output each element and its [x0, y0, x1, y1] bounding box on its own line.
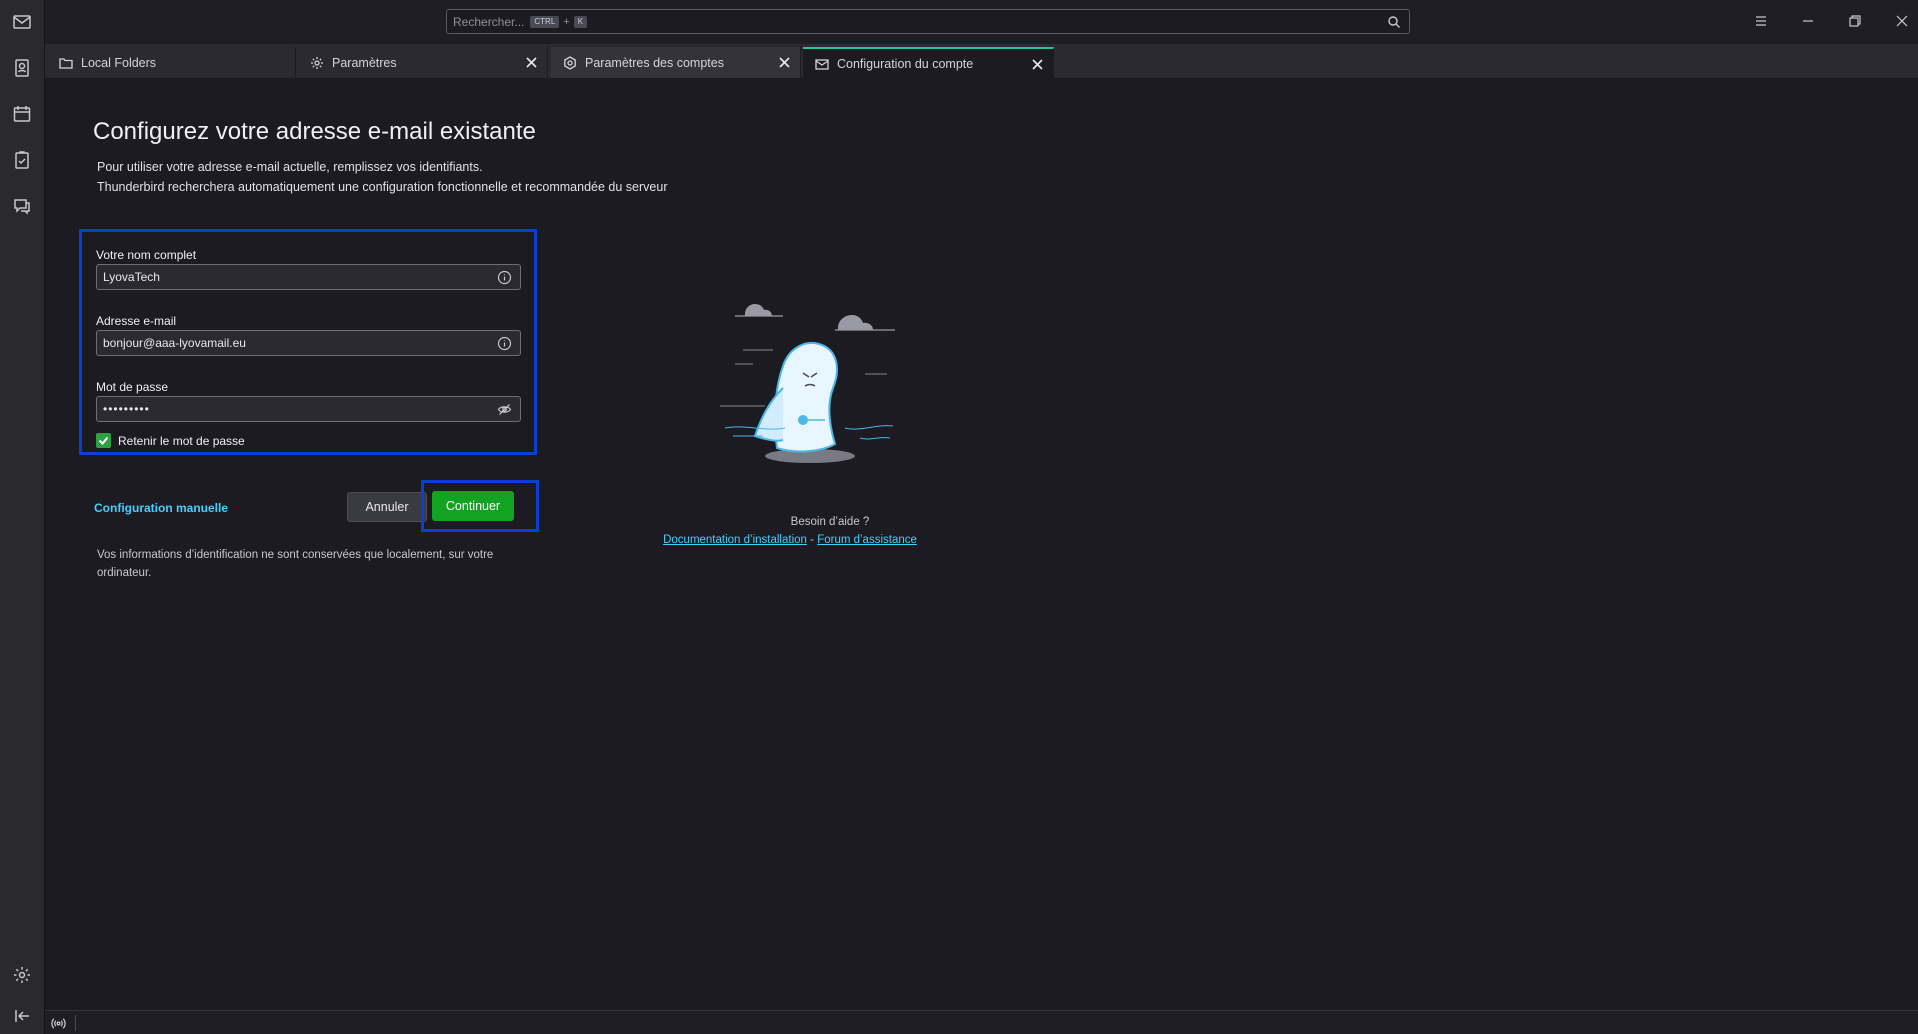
mail-space-button[interactable] — [8, 8, 36, 36]
eye-off-icon[interactable] — [497, 402, 512, 417]
settings-space-button[interactable] — [8, 961, 36, 989]
tab-label: Paramètres — [332, 55, 397, 70]
mail-icon — [13, 15, 31, 29]
chat-space-button[interactable] — [8, 192, 36, 220]
support-forum-link[interactable]: Forum d’assistance — [817, 534, 917, 546]
shortcut-plus: + — [563, 15, 570, 28]
mascot-illustration — [720, 304, 895, 463]
tab-close-button[interactable] — [1029, 56, 1045, 72]
titlebar: Rechercher... CTRL + K — [45, 0, 1918, 44]
gear-icon — [311, 56, 323, 69]
folder-icon — [59, 57, 73, 69]
full-name-field[interactable]: LyovaTech — [96, 264, 521, 290]
tab-label: Paramètres des comptes — [585, 55, 724, 70]
page-title: Configurez votre adresse e-mail existant… — [93, 118, 536, 145]
cancel-button[interactable]: Annuler — [347, 492, 427, 522]
remember-password-checkbox[interactable] — [96, 433, 111, 448]
close-window-button[interactable] — [1889, 10, 1915, 32]
tab-account-settings[interactable]: Paramètres des comptes — [551, 47, 801, 78]
tab-label: Local Folders — [81, 55, 157, 70]
collapse-spaces-button[interactable] — [8, 1002, 36, 1030]
tasks-icon — [15, 151, 29, 169]
info-icon[interactable] — [497, 270, 512, 285]
online-status-button[interactable] — [49, 1014, 67, 1032]
full-name-label: Votre nom complet — [96, 248, 197, 262]
manual-config-link[interactable]: Configuration manuelle — [94, 501, 228, 515]
gear-icon — [14, 967, 30, 983]
status-separator — [75, 1015, 76, 1031]
full-name-value: LyovaTech — [103, 270, 160, 284]
calendar-icon — [13, 106, 31, 122]
help-links: Documentation d’installation - Forum d’a… — [625, 534, 955, 546]
broadcast-icon — [50, 1017, 66, 1029]
chat-icon — [14, 199, 30, 215]
collapse-left-icon — [15, 1010, 29, 1022]
tab-label: Configuration du compte — [837, 56, 974, 71]
tab-account-setup[interactable]: Configuration du compte — [803, 47, 1054, 78]
spaces-toolbar — [0, 0, 45, 1034]
shortcut-key-k: K — [573, 15, 588, 28]
tab-bar: Local Folders Paramètres Paramètres des … — [45, 44, 1918, 78]
page-description-line1: Pour utiliser votre adresse e-mail actue… — [97, 160, 483, 174]
tab-settings[interactable]: Paramètres — [298, 47, 548, 78]
help-title: Besoin d’aide ? — [790, 516, 870, 528]
close-icon — [1896, 15, 1908, 27]
info-icon[interactable] — [497, 336, 512, 351]
restore-button[interactable] — [1842, 10, 1868, 32]
address-book-icon — [15, 59, 29, 77]
shortcut-key-ctrl: CTRL — [530, 15, 560, 28]
tab-local-folders[interactable]: Local Folders — [47, 47, 296, 78]
password-field[interactable]: ••••••••• — [96, 396, 521, 422]
checkmark-icon — [98, 436, 109, 445]
mail-setup-icon — [815, 58, 829, 70]
password-value: ••••••••• — [103, 402, 150, 416]
privacy-note: Vos informations d’identification ne son… — [97, 549, 494, 579]
minimize-icon — [1803, 20, 1813, 22]
continue-button[interactable]: Continuer — [432, 491, 514, 521]
credentials-form: Votre nom complet LyovaTech Adresse e-ma… — [79, 229, 537, 455]
email-label: Adresse e-mail — [96, 314, 177, 328]
calendar-space-button[interactable] — [8, 100, 36, 128]
page-description-line2: Thunderbird recherchera automatiquement … — [97, 180, 668, 194]
tab-close-button[interactable] — [523, 54, 539, 70]
hamburger-icon — [1756, 16, 1766, 26]
minimize-button[interactable] — [1795, 10, 1821, 32]
tab-close-button[interactable] — [776, 54, 792, 70]
email-field[interactable]: bonjour@aaa-lyovamail.eu — [96, 330, 521, 356]
email-value: bonjour@aaa-lyovamail.eu — [103, 336, 246, 350]
close-icon — [525, 56, 537, 68]
close-icon — [1031, 58, 1043, 70]
app-menu-button[interactable] — [1748, 10, 1774, 32]
help-link-separator: - — [810, 534, 814, 546]
close-icon — [778, 56, 790, 68]
account-settings-icon — [564, 55, 576, 70]
continue-highlight: Continuer — [421, 480, 539, 532]
remember-password-label[interactable]: Retenir le mot de passe — [118, 434, 245, 448]
tasks-space-button[interactable] — [8, 146, 36, 174]
search-placeholder: Rechercher... — [453, 14, 525, 29]
address-book-space-button[interactable] — [8, 54, 36, 82]
install-docs-link[interactable]: Documentation d’installation — [663, 534, 807, 546]
global-search-input[interactable]: Rechercher... CTRL + K — [446, 9, 1410, 34]
account-setup-page: Configurez votre adresse e-mail existant… — [45, 78, 1918, 1010]
status-bar — [45, 1010, 1918, 1034]
search-icon[interactable] — [1387, 15, 1401, 29]
password-label: Mot de passe — [96, 380, 169, 394]
restore-icon — [1849, 15, 1861, 27]
